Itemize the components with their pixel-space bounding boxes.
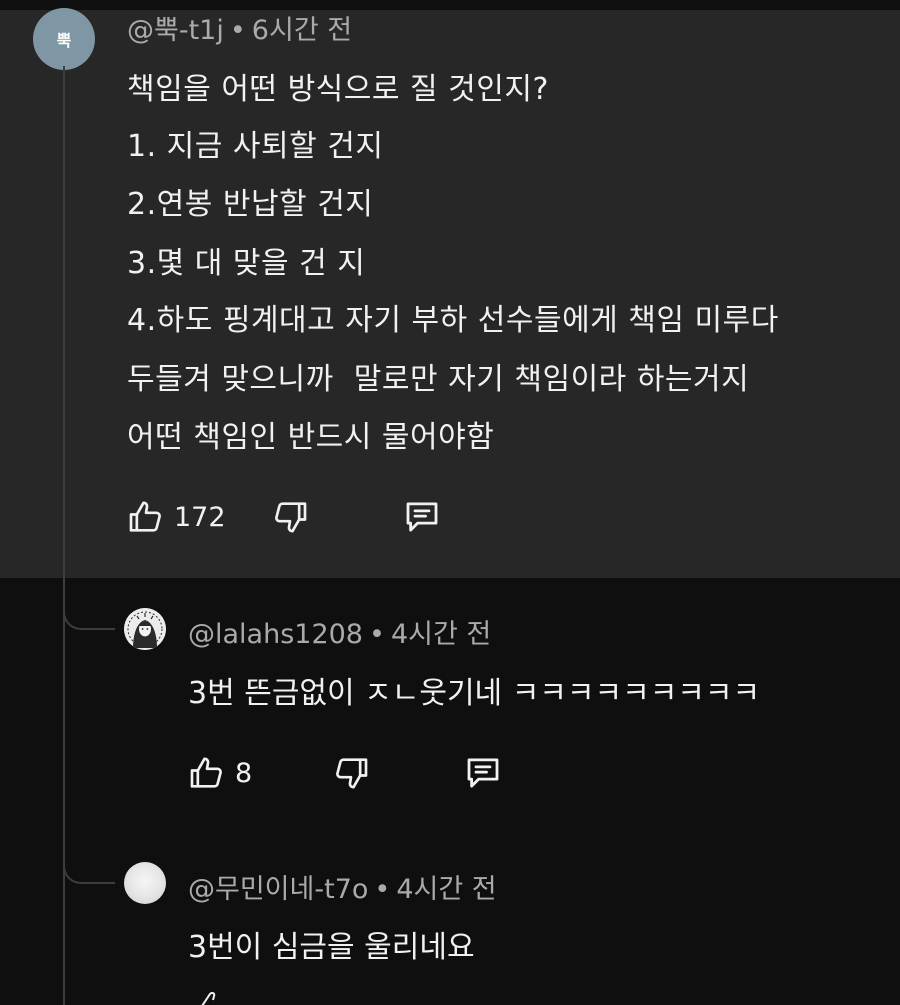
comment-line: 1. 지금 사퇴할 건지: [127, 129, 384, 164]
dislike-button[interactable]: [331, 753, 371, 793]
comment-line: 4.하도 핑계대고 자기 부하 선수들에게 책임 미루다: [127, 303, 779, 338]
reply-comment-icon: [400, 496, 444, 538]
meta-separator: •: [374, 874, 391, 905]
reply-text: 3번 뜬금없이 ㅈㄴ웃기네 ㅋㅋㅋㅋㅋㅋㅋㅋㅋ: [188, 676, 761, 711]
main-comment: 뿍 @뿍-t1j • 6시간 전 책임을 어떤 방식으로 질 것인지? 1. 지금 …: [0, 8, 900, 578]
like-count: 8: [235, 757, 253, 789]
author-handle[interactable]: @뿍-t1j: [127, 15, 224, 46]
avatar-initial: 뿍: [56, 31, 72, 50]
comment-line: 2.연봉 반납할 건지: [127, 187, 374, 222]
like-button[interactable]: 172: [126, 497, 226, 537]
reply-meta: @무민이네-t7o • 4시간 전: [188, 867, 497, 906]
like-button[interactable]: 8: [187, 753, 252, 793]
thumbs-up-icon: [187, 753, 227, 793]
reply-text: 3번이 심금을 울리네요: [188, 930, 475, 965]
reply-button[interactable]: [400, 496, 444, 538]
thumbs-up-icon[interactable]: [196, 990, 226, 1005]
reply-comment-icon: [461, 752, 505, 794]
author-handle[interactable]: @lalahs1208: [188, 619, 363, 650]
like-count: 172: [174, 501, 226, 533]
reply-meta: @lalahs1208 • 4시간 전: [188, 612, 491, 651]
timestamp[interactable]: 6시간 전: [252, 15, 352, 46]
avatar[interactable]: 뿍: [33, 8, 95, 70]
comment-thread-page: 뿍 @뿍-t1j • 6시간 전 책임을 어떤 방식으로 질 것인지? 1. 지금 …: [0, 0, 900, 1005]
comment-line: 어떤 책임인 반드시 물어야함: [127, 420, 495, 455]
timestamp[interactable]: 4시간 전: [391, 619, 491, 650]
comment-line: 두들겨 맞으니까 말로만 자기 책임이라 하는거지: [127, 362, 750, 397]
comment-line: 책임을 어떤 방식으로 질 것인지?: [127, 72, 549, 107]
reply-button[interactable]: [461, 752, 505, 794]
thumbs-down-icon: [331, 753, 371, 793]
timestamp[interactable]: 4시간 전: [396, 874, 496, 905]
comment-meta: @뿍-t1j • 6시간 전: [127, 8, 352, 47]
meta-separator: •: [229, 15, 246, 46]
thread-branch: [63, 600, 115, 630]
avatar[interactable]: [124, 862, 166, 904]
thumbs-up-icon: [126, 497, 166, 537]
author-handle[interactable]: @무민이네-t7o: [188, 874, 368, 905]
thread-branch: [63, 854, 115, 884]
meta-separator: •: [369, 619, 385, 650]
thumbs-down-icon: [270, 497, 310, 537]
comment-line: 3.몇 대 맞을 건 지: [127, 246, 366, 281]
avatar[interactable]: [124, 608, 166, 650]
dislike-button[interactable]: [270, 497, 310, 537]
